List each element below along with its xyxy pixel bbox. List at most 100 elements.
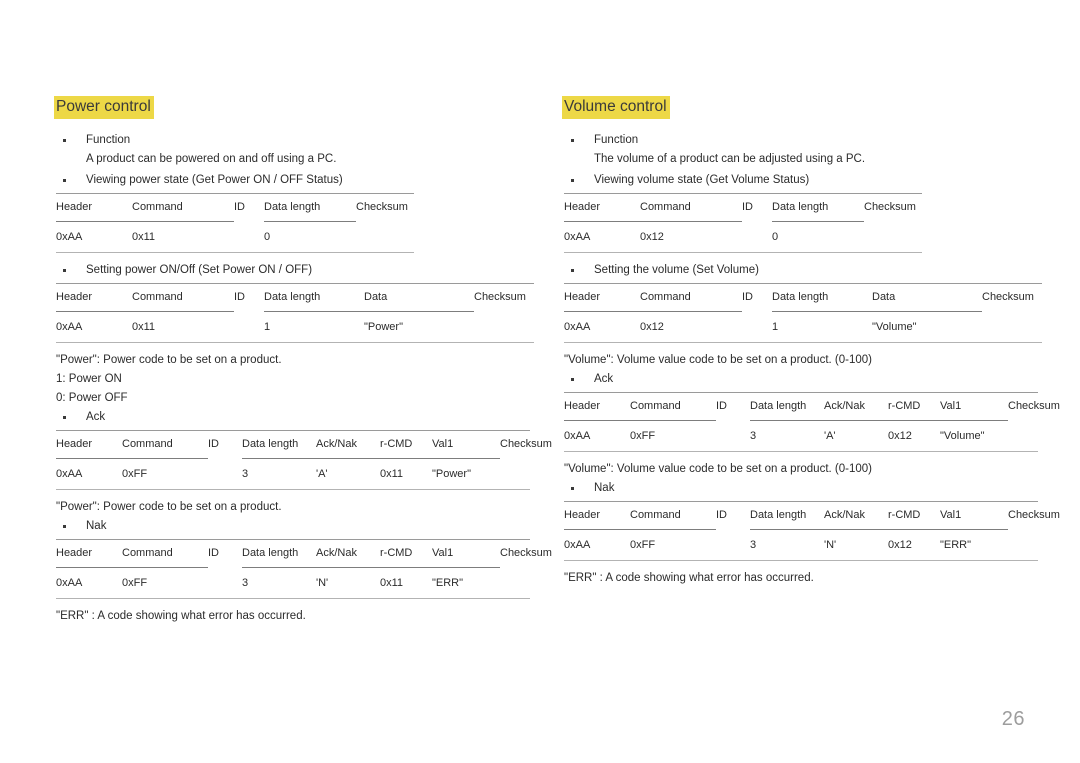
- col-checksum: Checksum: [1008, 392, 1060, 421]
- cell-r-cmd: 0x12: [888, 420, 940, 452]
- document-page: Power control Function A product can be …: [0, 0, 1080, 763]
- table-set-power: Header Command ID Data length Data Check…: [56, 283, 534, 343]
- table-get-volume-status: Header Command ID Data length Checksum 0…: [564, 193, 922, 253]
- cell-data-length: 3: [750, 420, 824, 452]
- col-header: Header: [564, 283, 640, 312]
- col-header: Header: [564, 193, 640, 222]
- bullet-ack: Ack: [562, 371, 1026, 388]
- col-command: Command: [132, 193, 234, 222]
- table-row: Header Command ID Data length Data Check…: [56, 283, 534, 312]
- bullet-viewing-volume-state: Viewing volume state (Get Volume Status): [562, 172, 1026, 189]
- col-ack-nak: Ack/Nak: [824, 501, 888, 530]
- cell-command: 0xFF: [630, 529, 716, 561]
- bullet-ack: Ack: [54, 409, 518, 426]
- table-row: 0xAA 0x11 1 "Power": [56, 311, 534, 343]
- cell-data-length: 3: [750, 529, 824, 561]
- cell-id: [208, 459, 242, 490]
- cell-id: [208, 568, 242, 599]
- col-data-length: Data length: [772, 283, 872, 312]
- cell-command: 0x12: [640, 311, 742, 343]
- col-data-length: Data length: [750, 392, 824, 421]
- cell-data: "Volume": [872, 311, 982, 343]
- bullet-nak-label: Nak: [86, 520, 107, 532]
- table-row: Header Command ID Data length Ack/Nak r-…: [56, 539, 552, 568]
- bullet-ack-label: Ack: [594, 373, 614, 385]
- cell-r-cmd: 0x11: [380, 567, 432, 599]
- bullet-setting-volume: Setting the volume (Set Volume): [562, 262, 1026, 279]
- note-volume-code: "Volume": Volume value code to be set on…: [564, 354, 872, 366]
- cell-command: 0x12: [640, 221, 742, 253]
- col-data-length: Data length: [264, 283, 364, 312]
- col-id: ID: [208, 430, 242, 459]
- table-ack-power: Header Command ID Data length Ack/Nak r-…: [56, 430, 552, 490]
- cell-ack-nak: 'N': [824, 529, 888, 561]
- col-header: Header: [56, 539, 122, 568]
- col-r-cmd: r-CMD: [380, 430, 432, 459]
- bullet-function-label: Function: [86, 134, 131, 146]
- table-row: 0xAA 0x12 1 "Volume": [564, 311, 1042, 343]
- col-command: Command: [640, 283, 742, 312]
- cell-command: 0xFF: [122, 458, 208, 490]
- section-heading-volume-control-text: Volume control: [562, 96, 670, 119]
- cell-data-length: 3: [242, 567, 316, 599]
- bullet-function-description: A product can be powered on and off usin…: [86, 153, 337, 165]
- cell-checksum: [356, 222, 414, 253]
- col-command: Command: [132, 283, 234, 312]
- col-val1: Val1: [940, 392, 1008, 421]
- col-checksum: Checksum: [1008, 501, 1060, 530]
- bullet-setting-power-label: Setting power ON/Off (Set Power ON / OFF…: [86, 264, 313, 276]
- bullet-function-description: The volume of a product can be adjusted …: [594, 153, 866, 165]
- col-command: Command: [630, 392, 716, 421]
- cell-data-length: 0: [264, 221, 356, 253]
- table-row: 0xAA 0x12 0: [564, 221, 922, 253]
- bullet-nak: Nak: [562, 480, 1026, 497]
- table-nak-power: Header Command ID Data length Ack/Nak r-…: [56, 539, 552, 599]
- table-row: Header Command ID Data length Ack/Nak r-…: [564, 392, 1060, 421]
- col-id: ID: [742, 283, 772, 312]
- col-data-length: Data length: [772, 193, 864, 222]
- bullet-setting-power: Setting power ON/Off (Set Power ON / OFF…: [54, 262, 518, 279]
- col-data-length: Data length: [242, 430, 316, 459]
- cell-data-length: 3: [242, 458, 316, 490]
- col-val1: Val1: [432, 539, 500, 568]
- table-row: Header Command ID Data length Checksum: [56, 193, 414, 222]
- col-val1: Val1: [432, 430, 500, 459]
- two-column-body: Power control Function A product can be …: [54, 96, 1060, 627]
- cell-header: 0xAA: [56, 221, 132, 253]
- cell-val1: "Volume": [940, 420, 1008, 452]
- col-header: Header: [56, 430, 122, 459]
- col-id: ID: [234, 283, 264, 312]
- col-header: Header: [56, 283, 132, 312]
- cell-checksum: [1008, 530, 1038, 561]
- table-ack-volume: Header Command ID Data length Ack/Nak r-…: [564, 392, 1060, 452]
- col-data-length: Data length: [242, 539, 316, 568]
- col-checksum: Checksum: [500, 539, 552, 568]
- col-data: Data: [872, 283, 982, 312]
- section-heading-power-control: Power control: [54, 96, 518, 119]
- note-ack-power-code: "Power": Power code to be set on a produ…: [56, 501, 282, 513]
- cell-ack-nak: 'A': [824, 420, 888, 452]
- bullet-nak: Nak: [54, 518, 518, 535]
- cell-checksum: [982, 312, 1042, 343]
- cell-header: 0xAA: [56, 567, 122, 599]
- cell-id: [716, 421, 750, 452]
- col-header: Header: [564, 501, 630, 530]
- note-power-code: "Power": Power code to be set on a produ…: [56, 354, 282, 366]
- cell-header: 0xAA: [564, 311, 640, 343]
- cell-checksum: [864, 222, 922, 253]
- table-row: 0xAA 0xFF 3 'A' 0x11 "Power": [56, 458, 530, 490]
- col-command: Command: [640, 193, 742, 222]
- col-checksum: Checksum: [864, 193, 922, 222]
- bullet-viewing-power-state: Viewing power state (Get Power ON / OFF …: [54, 172, 518, 189]
- col-data-length: Data length: [264, 193, 356, 222]
- col-val1: Val1: [940, 501, 1008, 530]
- table-row: Header Command ID Data length Ack/Nak r-…: [564, 501, 1060, 530]
- note-power-on: 1: Power ON: [56, 373, 122, 385]
- section-heading-volume-control: Volume control: [562, 96, 1026, 119]
- cell-id: [742, 312, 772, 343]
- table-get-power-status: Header Command ID Data length Checksum 0…: [56, 193, 414, 253]
- cell-ack-nak: 'A': [316, 458, 380, 490]
- cell-id: [234, 312, 264, 343]
- table-row: Header Command ID Data length Ack/Nak r-…: [56, 430, 552, 459]
- cell-r-cmd: 0x12: [888, 529, 940, 561]
